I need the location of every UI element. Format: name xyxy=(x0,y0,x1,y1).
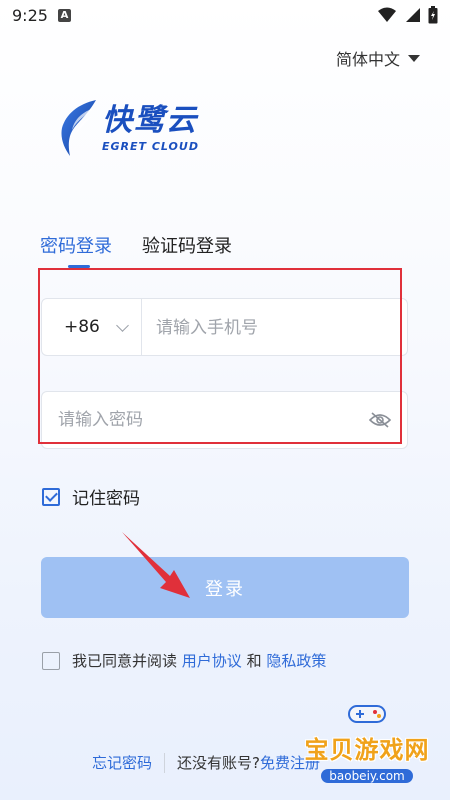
a-notification-icon: A xyxy=(58,9,71,22)
logo-name-cn: 快鹭云 xyxy=(102,102,198,138)
battery-icon xyxy=(428,6,438,24)
phone-input[interactable] xyxy=(142,299,398,357)
password-field xyxy=(41,391,408,449)
remember-label: 记住密码 xyxy=(72,489,140,509)
agreement-checkbox[interactable] xyxy=(42,651,60,670)
country-code-selector[interactable]: +86 xyxy=(42,299,142,355)
login-button[interactable]: 登录 xyxy=(41,557,409,618)
watermark: 宝贝游戏网 baobeiy.com xyxy=(292,702,442,784)
logo-text: 快鹭云 EGRET CLOUD xyxy=(102,102,199,153)
logo: 快鹭云 EGRET CLOUD xyxy=(56,98,199,158)
tab-password-login[interactable]: 密码登录 xyxy=(40,232,112,268)
wifi-icon xyxy=(378,7,396,22)
logo-name-en: EGRET CLOUD xyxy=(102,139,199,153)
egret-logo-icon xyxy=(61,100,96,156)
forgot-password-link[interactable]: 忘记密码 xyxy=(92,752,152,773)
watermark-title: 宝贝游戏网 xyxy=(304,736,430,764)
agreement: 我已同意并阅读 用户协议 和 隐私政策 xyxy=(42,650,326,671)
status-icons xyxy=(378,6,438,24)
remember-password[interactable]: 记住密码 xyxy=(42,484,140,509)
chevron-down-icon xyxy=(116,318,129,332)
gamepad-icon xyxy=(348,705,386,723)
phone-field: +86 xyxy=(41,298,408,357)
caret-down-icon xyxy=(408,54,420,62)
privacy-policy-link[interactable]: 隐私政策 xyxy=(266,652,326,670)
no-account-text: 还没有账号? xyxy=(177,754,260,772)
signal-icon xyxy=(406,8,420,22)
status-bar: 9:25 A xyxy=(0,0,450,32)
tab-code-login[interactable]: 验证码登录 xyxy=(142,232,232,268)
eye-off-icon[interactable] xyxy=(369,412,391,428)
country-code-label: +86 xyxy=(64,317,100,337)
language-selector[interactable]: 简体中文 xyxy=(336,46,420,70)
status-time: 9:25 xyxy=(12,6,48,25)
language-label: 简体中文 xyxy=(335,50,400,69)
password-input[interactable] xyxy=(42,391,360,449)
divider xyxy=(164,752,166,773)
agreement-prefix: 我已同意并阅读 xyxy=(72,652,178,670)
bottom-links: 忘记密码 还没有账号? 免费注册 xyxy=(92,752,320,773)
arrow-annotation-icon xyxy=(122,532,190,598)
remember-checkbox[interactable] xyxy=(42,487,60,506)
watermark-url: baobeiy.com xyxy=(321,769,413,783)
user-agreement-link[interactable]: 用户协议 xyxy=(182,652,242,670)
login-tabs: 密码登录 验证码登录 xyxy=(40,232,232,268)
agreement-and: 和 xyxy=(246,652,262,670)
